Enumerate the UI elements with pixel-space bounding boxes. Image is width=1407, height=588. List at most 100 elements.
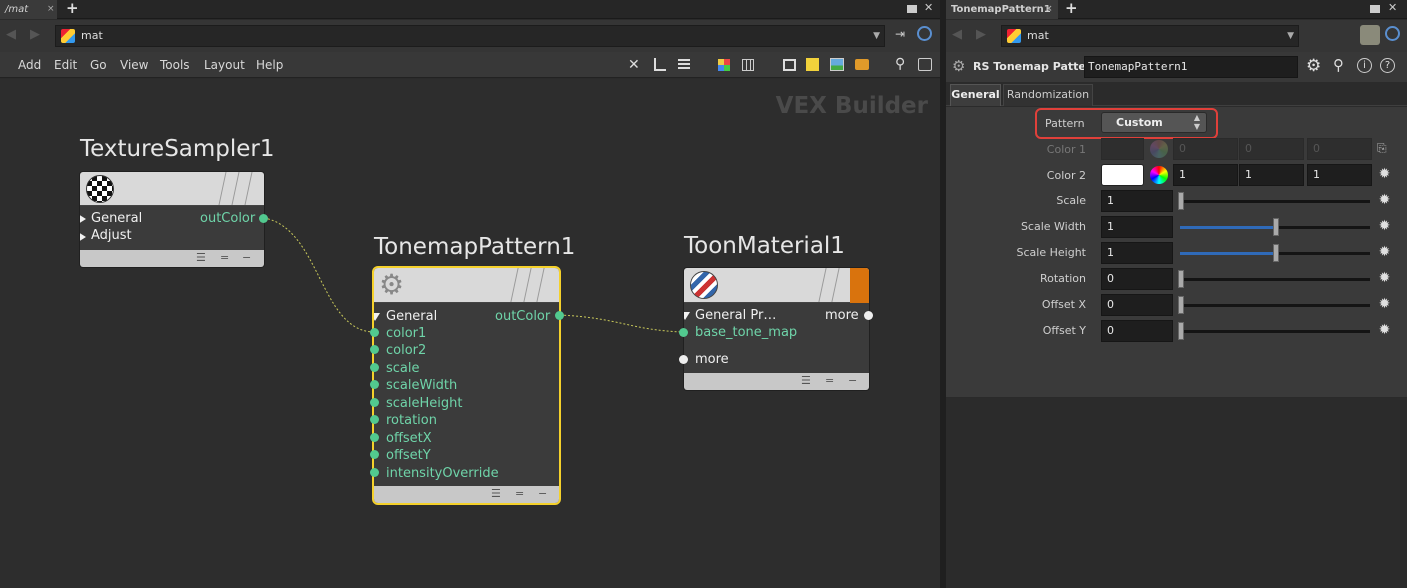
node-title-toon-material[interactable]: ToonMaterial1 [684, 233, 845, 259]
input-group-adjust[interactable]: Adjust [91, 228, 132, 243]
tab-randomization[interactable]: Randomization [1003, 84, 1093, 106]
more-inputs-label[interactable]: more [695, 352, 729, 367]
channel-icon[interactable]: ⎘ [1377, 141, 1391, 155]
parm-gear-icon[interactable]: ✹ [1377, 323, 1392, 338]
offset-x-field[interactable]: 0 [1101, 294, 1173, 316]
input-dot-color2[interactable] [370, 345, 379, 354]
input-group-general[interactable]: General [386, 309, 437, 324]
input-group-general[interactable]: General Pr… [695, 308, 776, 323]
output-dot[interactable] [555, 311, 564, 320]
input-dot-scaleheight[interactable] [370, 398, 379, 407]
scale-field[interactable]: 1 [1101, 190, 1173, 212]
node-toon-material[interactable]: General Pr… more base_tone_map more ☰ = … [683, 267, 870, 391]
input-port-intensityoverride[interactable]: intensityOverride [386, 466, 499, 481]
color2-r-field[interactable]: 1 [1173, 164, 1238, 186]
forward-arrow-icon[interactable]: ▶ [976, 27, 986, 42]
parm-gear-icon[interactable]: ✹ [1377, 167, 1392, 182]
parm-gear-icon[interactable]: ✹ [1377, 245, 1392, 260]
offset-y-slider-track[interactable] [1180, 330, 1370, 333]
parm-gear-icon[interactable]: ✹ [1377, 193, 1392, 208]
flag-icon[interactable]: ☰ [801, 374, 811, 387]
input-port-scaleheight[interactable]: scaleHeight [386, 396, 462, 411]
more-input-dot[interactable] [679, 355, 688, 364]
input-port-scalewidth[interactable]: scaleWidth [386, 378, 457, 393]
input-port-color1[interactable]: color1 [386, 326, 426, 341]
offset-x-slider-handle[interactable] [1178, 296, 1184, 314]
more-outputs-label[interactable]: more [825, 308, 859, 323]
input-port-offsety[interactable]: offsetY [386, 448, 431, 463]
flag-icon[interactable]: = [515, 487, 524, 500]
flag-icon[interactable]: ☰ [491, 487, 501, 500]
pane-close-icon[interactable]: ✕ [1388, 1, 1397, 14]
close-icon[interactable]: × [1045, 0, 1053, 19]
color2-g-field[interactable]: 1 [1239, 164, 1304, 186]
expand-triangle-icon[interactable] [80, 214, 86, 224]
input-port-scale[interactable]: scale [386, 361, 420, 376]
chevron-down-icon[interactable]: ▼ [1287, 26, 1294, 46]
input-dot-offsetx[interactable] [370, 433, 379, 442]
tab-general[interactable]: General [950, 84, 1001, 106]
pane-menu-icon[interactable] [1370, 5, 1380, 13]
tab-tonemap-pattern[interactable]: TonemapPattern1 × [946, 0, 1058, 19]
flag-icon[interactable]: − [538, 487, 547, 500]
info-icon[interactable]: i [1357, 58, 1372, 73]
scale-slider-handle[interactable] [1178, 192, 1184, 210]
node-title-tonemap-pattern[interactable]: TonemapPattern1 [374, 234, 575, 260]
add-tab-icon[interactable]: + [1065, 0, 1078, 17]
search-icon[interactable]: ⚲ [1333, 56, 1344, 74]
expand-triangle-icon[interactable] [80, 232, 86, 242]
rotation-slider-handle[interactable] [1178, 270, 1184, 288]
color2-swatch[interactable] [1101, 164, 1144, 186]
scale-height-slider-handle[interactable] [1273, 244, 1279, 262]
scale-slider-track[interactable] [1180, 200, 1370, 203]
input-dot-color1[interactable] [370, 328, 379, 337]
node-tonemap-pattern[interactable]: ⚙ General outColor color1 color2 scale s… [372, 266, 561, 505]
pin-icon[interactable] [1360, 25, 1380, 45]
input-port-color2[interactable]: color2 [386, 343, 426, 358]
input-dot-scale[interactable] [370, 363, 379, 372]
gear-menu-icon[interactable]: ⚙ [1306, 56, 1321, 76]
input-port-base-tone-map[interactable]: base_tone_map [695, 325, 797, 340]
flag-icon[interactable]: − [848, 374, 857, 387]
node-name-field[interactable]: TonemapPattern1 [1084, 56, 1298, 78]
collapse-triangle-icon[interactable] [684, 312, 690, 320]
node-title-texture-sampler[interactable]: TextureSampler1 [80, 136, 275, 162]
input-dot-intensityoverride[interactable] [370, 468, 379, 477]
scale-width-field[interactable]: 1 [1101, 216, 1173, 238]
rotation-field[interactable]: 0 [1101, 268, 1173, 290]
offset-y-field[interactable]: 0 [1101, 320, 1173, 342]
input-dot-rotation[interactable] [370, 415, 379, 424]
input-port-rotation[interactable]: rotation [386, 413, 437, 428]
more-output-dot[interactable] [864, 311, 873, 320]
scale-width-slider-handle[interactable] [1273, 218, 1279, 236]
input-group-general[interactable]: General [91, 211, 142, 226]
flag-icon[interactable]: ☰ [196, 251, 206, 264]
color-wheel-icon[interactable] [1150, 166, 1168, 184]
node-texture-sampler[interactable]: General Adjust outColor ☰ = − [79, 171, 265, 268]
input-port-offsetx[interactable]: offsetX [386, 431, 432, 446]
help-icon[interactable]: ? [1380, 58, 1395, 73]
scale-height-field[interactable]: 1 [1101, 242, 1173, 264]
flag-icon[interactable]: − [242, 251, 251, 264]
rotation-slider-track[interactable] [1180, 278, 1370, 281]
color2-b-field[interactable]: 1 [1307, 164, 1372, 186]
path-field[interactable]: mat ▼ [1001, 25, 1299, 47]
flag-icon[interactable]: = [825, 374, 834, 387]
node-header[interactable] [80, 172, 264, 206]
input-dot-scalewidth[interactable] [370, 380, 379, 389]
parm-gear-icon[interactable]: ✹ [1377, 297, 1392, 312]
offset-y-slider-handle[interactable] [1178, 322, 1184, 340]
node-header[interactable] [684, 268, 869, 303]
collapse-triangle-icon[interactable] [374, 313, 380, 321]
parm-gear-icon[interactable]: ✹ [1377, 219, 1392, 234]
input-dot-offsety[interactable] [370, 450, 379, 459]
link-icon[interactable] [1385, 26, 1400, 41]
pattern-dropdown[interactable]: Custom ▲ ▼ [1101, 112, 1207, 133]
parm-gear-icon[interactable]: ✹ [1377, 271, 1392, 286]
offset-x-slider-track[interactable] [1180, 304, 1370, 307]
node-header[interactable]: ⚙ [374, 268, 559, 303]
back-arrow-icon[interactable]: ◀ [952, 27, 962, 42]
input-dot-base-tone-map[interactable] [679, 328, 688, 337]
output-dot[interactable] [259, 214, 268, 223]
flag-icon[interactable]: = [220, 251, 229, 264]
